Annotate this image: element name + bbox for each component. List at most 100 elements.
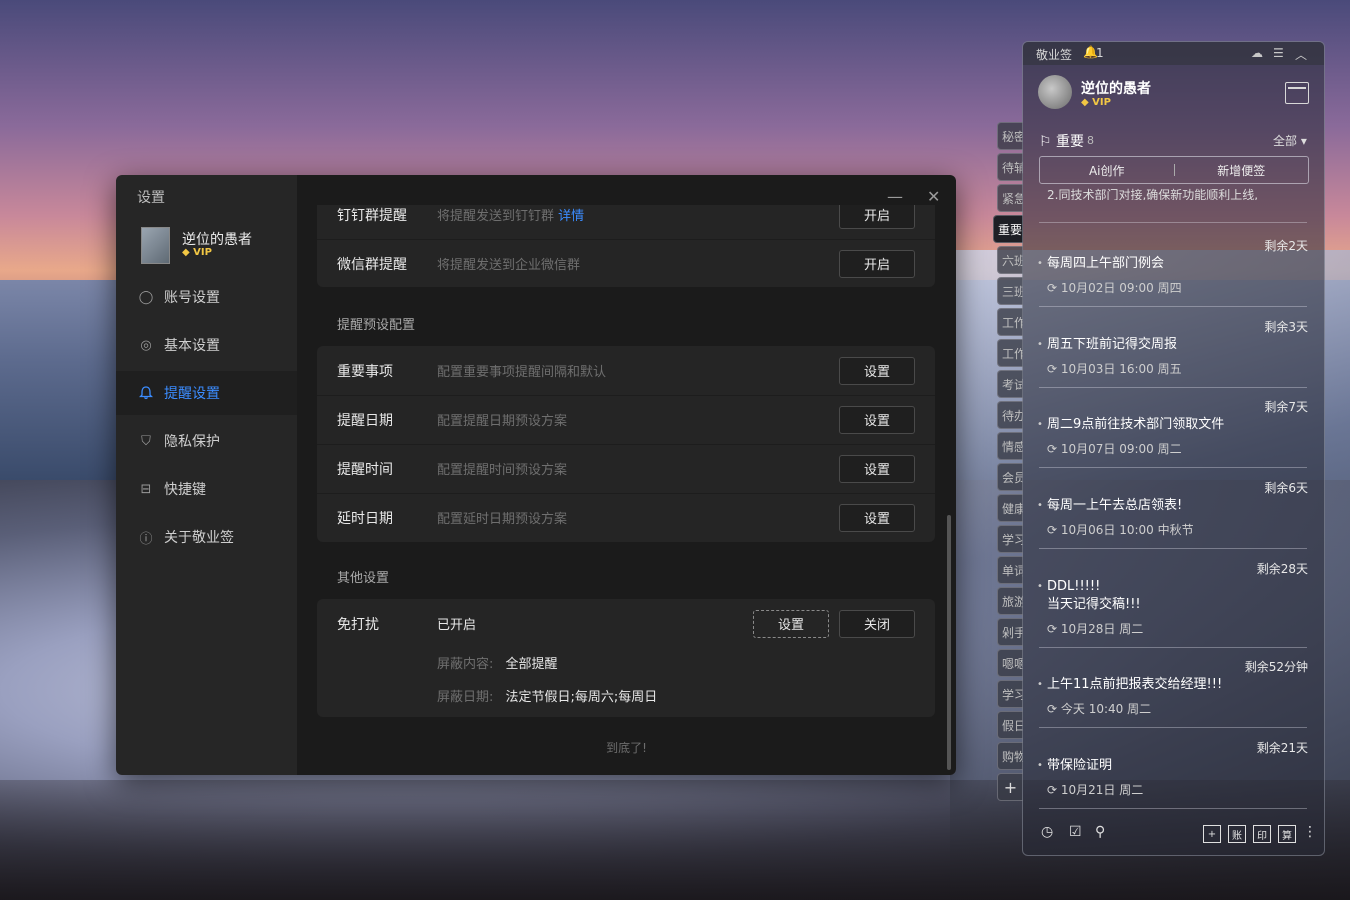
clock-icon[interactable]: ◷	[1041, 824, 1053, 840]
new-note-button[interactable]: 新增便签	[1175, 162, 1309, 179]
note-item-title[interactable]: 每周四上午部门例会	[1037, 255, 1164, 273]
repeat-icon: ⟳	[1047, 362, 1061, 376]
side-tab-13[interactable]: 学习	[997, 525, 1023, 553]
side-tab-4[interactable]: 六班	[997, 246, 1023, 274]
note-item-time: ⟳ 10月28日 周二	[1047, 622, 1144, 636]
side-tab-17[interactable]: 嗯嗯	[997, 649, 1023, 677]
add-tab-icon[interactable]: +	[997, 773, 1023, 801]
app-name: 敬业签	[1036, 48, 1073, 62]
settings-window: 设置 逆位的愚者 ◆ VIP ◯ 账号设置 ◎ 基本设置 提醒设置 ⛉ 隐私保护…	[116, 175, 956, 775]
dates-label: 屏蔽日期:	[437, 690, 494, 705]
checkbox-icon[interactable]: ☑	[1069, 824, 1082, 840]
side-tab-10[interactable]: 情感	[997, 432, 1023, 460]
print-icon[interactable]: 印	[1253, 825, 1271, 843]
nav-reminder-settings[interactable]: 提醒设置	[116, 371, 297, 415]
side-tab-11[interactable]: 会员	[997, 463, 1023, 491]
avatar[interactable]	[1038, 75, 1072, 109]
row-desc: 将提醒发送到钉钉群 详情	[437, 209, 585, 224]
side-tab-14[interactable]: 单词	[997, 556, 1023, 584]
dnd-card: 免打扰 已开启 设置 关闭 屏蔽内容: 全部提醒 屏蔽日期: 法定节假日;每周六…	[317, 599, 935, 717]
row-desc: 将提醒发送到企业微信群	[437, 258, 581, 273]
dingtalk-enable-button[interactable]: 开启	[839, 205, 915, 229]
truncated-note: 2.同技术部门对接,确保新功能顺利上线,	[1047, 188, 1259, 200]
divider	[1039, 222, 1307, 223]
divider	[1039, 306, 1307, 307]
side-tab-3[interactable]: 重要	[993, 215, 1023, 243]
avatar[interactable]	[141, 227, 170, 264]
shield-value: 全部提醒	[505, 657, 558, 672]
side-tab-7[interactable]: 工作	[997, 339, 1023, 367]
preset-important-button[interactable]: 设置	[839, 356, 915, 385]
dnd-close-button[interactable]: 关闭	[839, 609, 915, 638]
note-item-title[interactable]: 周五下班前记得交周报	[1037, 336, 1177, 354]
scrollbar[interactable]	[947, 515, 951, 770]
action-bar: Ai创作 新增便签	[1039, 156, 1309, 184]
info-icon: ⓘ	[139, 531, 153, 547]
other-section-title: 其他设置	[337, 571, 390, 586]
side-tab-2[interactable]: 紧急	[997, 184, 1023, 212]
integration-card: 钉钉群提醒 将提醒发送到钉钉群 详情 开启 微信群提醒 将提醒发送到企业微信群 …	[317, 205, 935, 287]
nav-basic-settings[interactable]: ◎ 基本设置	[116, 323, 297, 367]
side-tab-5[interactable]: 三班	[997, 277, 1023, 305]
preset-delay-button[interactable]: 设置	[839, 503, 915, 532]
note-item-title[interactable]: 上午11点前把报表交给经理!!!	[1037, 676, 1222, 694]
side-tab-18[interactable]: 学习	[997, 680, 1023, 708]
side-tab-0[interactable]: 秘密	[997, 122, 1023, 150]
dnd-set-button[interactable]: 设置	[753, 609, 829, 638]
sticky-note-panel: 敬业签 🔔 1 ☁ ☰ ︿ 逆位的愚者 ◆ VIP ⚐ 重要 8 全部 ▾ Ai…	[1022, 41, 1325, 856]
divider	[1039, 808, 1307, 809]
note-item-title[interactable]: DDL!!!!! 当天记得交稿!!!	[1037, 578, 1141, 614]
wechat-enable-button[interactable]: 开启	[839, 249, 915, 278]
nav-label: 基本设置	[164, 338, 220, 354]
details-link[interactable]: 详情	[558, 209, 584, 224]
note-item-title[interactable]: 每周一上午去总店领表!	[1037, 497, 1182, 515]
repeat-icon: ⟳	[1047, 442, 1061, 456]
nav-shortcuts[interactable]: ⊟ 快捷键	[116, 467, 297, 511]
menu-icon[interactable]: ☰	[1273, 46, 1284, 60]
close-icon[interactable]: ✕	[927, 187, 940, 206]
add-icon[interactable]: +	[1203, 825, 1221, 843]
nav-account-settings[interactable]: ◯ 账号设置	[116, 275, 297, 319]
side-tab-6[interactable]: 工作	[997, 308, 1023, 336]
account-icon[interactable]: 账	[1228, 825, 1246, 843]
nav-privacy[interactable]: ⛉ 隐私保护	[116, 419, 297, 463]
preset-date-button[interactable]: 设置	[839, 405, 915, 434]
repeat-icon: ⟳	[1047, 783, 1061, 797]
nav-label: 提醒设置	[164, 386, 220, 402]
more-icon[interactable]: ⋮	[1303, 824, 1317, 840]
ai-create-button[interactable]: Ai创作	[1040, 162, 1174, 179]
nav-label: 账号设置	[164, 290, 220, 306]
side-tab-9[interactable]: 待办	[997, 401, 1023, 429]
row-desc: 配置提醒时间预设方案	[437, 463, 568, 478]
side-tab-19[interactable]: 假日	[997, 711, 1023, 739]
preset-section-title: 提醒预设配置	[337, 318, 416, 333]
preset-time-button[interactable]: 设置	[839, 454, 915, 483]
calendar-icon[interactable]	[1285, 82, 1309, 104]
side-tab-20[interactable]: 购物	[997, 742, 1023, 770]
search-icon[interactable]: ⚲	[1095, 824, 1105, 840]
row-desc: 配置提醒日期预设方案	[437, 414, 568, 429]
minimize-icon[interactable]: —	[887, 187, 903, 206]
side-tab-8[interactable]: 考试	[997, 370, 1023, 398]
category-count: 8	[1087, 134, 1094, 147]
side-tab-16[interactable]: 剁手	[997, 618, 1023, 646]
filter-dropdown[interactable]: 全部 ▾	[1273, 132, 1307, 149]
side-tab-1[interactable]: 待辅	[997, 153, 1023, 181]
settings-content[interactable]: — ✕ 钉钉群提醒 将提醒发送到钉钉群 详情 开启 微信群提醒 将提醒发送到企业…	[297, 175, 956, 775]
side-tab-12[interactable]: 健康	[997, 494, 1023, 522]
divider	[1039, 647, 1307, 648]
calculator-icon[interactable]: 算	[1278, 825, 1296, 843]
side-tab-15[interactable]: 旅游	[997, 587, 1023, 615]
dates-value: 法定节假日;每周六;每周日	[505, 690, 658, 705]
collapse-icon[interactable]: ︿	[1295, 46, 1307, 63]
note-item-time: ⟳ 10月21日 周二	[1047, 783, 1144, 797]
nav-label: 快捷键	[164, 482, 206, 498]
nav-about[interactable]: ⓘ 关于敬业签	[116, 515, 297, 559]
cloud-sync-icon[interactable]: ☁	[1251, 46, 1263, 60]
note-item-title[interactable]: 周二9点前往技术部门领取文件	[1037, 416, 1224, 434]
remaining-time: 剩余28天	[1256, 562, 1308, 576]
note-item-title[interactable]: 带保险证明	[1037, 757, 1112, 775]
row-label: 钉钉群提醒	[337, 207, 407, 224]
preset-row-date: 提醒日期 配置提醒日期预设方案 设置	[317, 395, 935, 445]
keyboard-icon: ⊟	[140, 481, 152, 497]
